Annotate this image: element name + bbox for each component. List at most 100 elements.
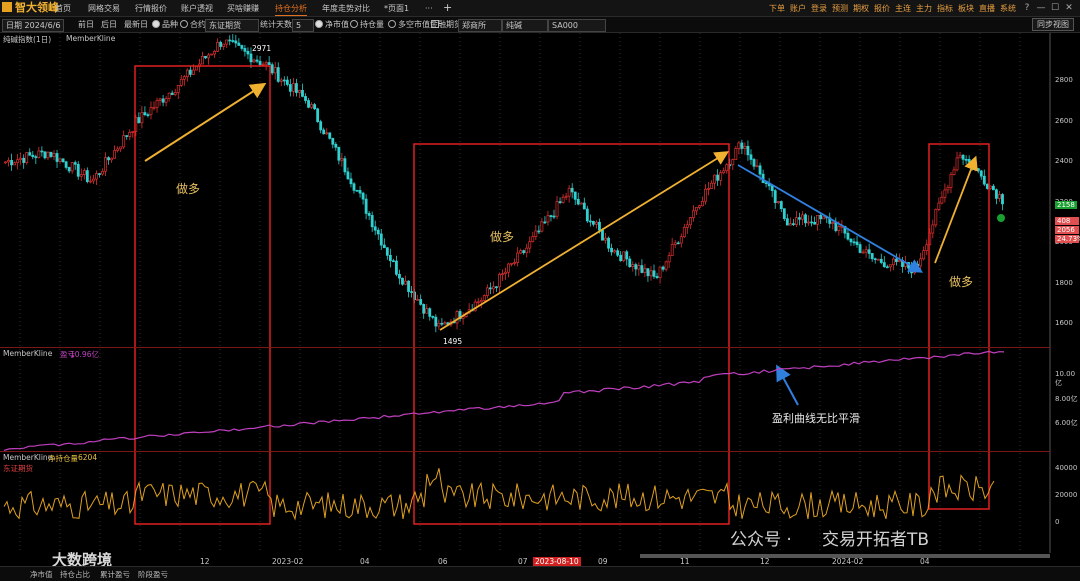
help-icon[interactable]: ? bbox=[1020, 0, 1034, 16]
tab-more[interactable]: ··· bbox=[425, 2, 433, 15]
candle-body bbox=[598, 221, 601, 231]
candle-body bbox=[798, 217, 801, 220]
candle-body bbox=[243, 48, 247, 52]
axis-tick: 20000 bbox=[1055, 491, 1078, 499]
tab-grid-trading[interactable]: 网格交易 bbox=[88, 2, 120, 15]
broker-select[interactable]: 东证期货 bbox=[205, 19, 259, 32]
next-day-button[interactable]: 后日 bbox=[101, 19, 117, 30]
candle-body bbox=[995, 189, 998, 199]
tab-position-analysis[interactable]: 持仓分析 bbox=[275, 2, 307, 16]
sync-view-button[interactable]: 同步视图 bbox=[1032, 18, 1074, 31]
menu-order[interactable]: 下单 bbox=[769, 4, 785, 13]
candle-body bbox=[343, 158, 347, 173]
panel-divider bbox=[0, 451, 1050, 452]
candle-body bbox=[167, 92, 171, 99]
candle-body bbox=[855, 241, 859, 245]
product-radio[interactable]: 品种 bbox=[152, 19, 178, 30]
exchange-select[interactable]: 郑商所 bbox=[458, 19, 502, 32]
candle-body bbox=[940, 196, 944, 204]
bottom-tab-period-pnl[interactable]: 阶段盈亏 bbox=[138, 569, 168, 580]
candle-body bbox=[849, 238, 853, 243]
bottom-tab-net-value[interactable]: 净市值 bbox=[30, 569, 53, 580]
candle-body bbox=[419, 299, 423, 305]
candle-body bbox=[973, 168, 977, 170]
menu-quote[interactable]: 报价 bbox=[874, 4, 890, 13]
add-tab-button[interactable]: + bbox=[443, 2, 452, 15]
candle-body bbox=[416, 299, 420, 301]
menu-options[interactable]: 期权 bbox=[853, 4, 869, 13]
menu-sector[interactable]: 板块 bbox=[958, 4, 974, 13]
date-picker[interactable]: 日期 2024/6/6 bbox=[2, 19, 65, 32]
tab-home[interactable]: 首页 bbox=[55, 2, 71, 15]
tab-yearly-compare[interactable]: 年度走势对比 bbox=[322, 2, 370, 15]
candle-body bbox=[807, 221, 810, 224]
candle-body bbox=[779, 201, 783, 209]
net-panel-title: MemberKline bbox=[3, 453, 53, 462]
candle-body bbox=[979, 170, 983, 177]
position-radio[interactable]: 持仓量 bbox=[350, 19, 384, 30]
tab-page1[interactable]: *页面1 bbox=[384, 2, 409, 15]
change-box: 24.73% bbox=[1055, 235, 1080, 243]
candle-body bbox=[179, 78, 183, 86]
candle-body bbox=[525, 247, 529, 254]
candle-body bbox=[652, 270, 656, 277]
stat-days-select[interactable]: 5 bbox=[292, 19, 314, 32]
bottom-tab-cumulative-pnl[interactable]: 累计盈亏 bbox=[100, 569, 130, 580]
maximize-icon[interactable]: ☐ bbox=[1048, 0, 1062, 16]
x-axis-label: 06 bbox=[438, 557, 448, 566]
candle-body bbox=[743, 145, 747, 149]
contract-select[interactable]: SA000 bbox=[548, 19, 606, 32]
candle-body bbox=[407, 280, 410, 292]
candle-body bbox=[949, 174, 953, 188]
candle-body bbox=[276, 67, 280, 82]
net-value: 6204 bbox=[78, 453, 98, 462]
candle-body bbox=[725, 164, 729, 172]
candle-body bbox=[270, 64, 274, 74]
close-icon[interactable]: ✕ bbox=[1062, 0, 1076, 16]
candle-body bbox=[216, 42, 220, 52]
tab-account[interactable]: 账户透视 bbox=[181, 2, 213, 15]
menu-login[interactable]: 登录 bbox=[811, 4, 827, 13]
candle-body bbox=[704, 188, 707, 202]
candle-body bbox=[391, 260, 395, 263]
candle-body bbox=[546, 215, 550, 223]
bottom-tab-position-ratio[interactable]: 持仓占比 bbox=[60, 569, 90, 580]
candle-body bbox=[16, 159, 20, 164]
axis-tick: 2400 bbox=[1055, 157, 1073, 165]
candle-body bbox=[691, 210, 695, 218]
candle-body bbox=[282, 79, 286, 82]
candle-body bbox=[579, 202, 583, 205]
prev-day-button[interactable]: 前日 bbox=[78, 19, 94, 30]
change-box: 408 bbox=[1055, 217, 1079, 225]
candle-body bbox=[137, 117, 141, 124]
axis-tick: 10.00亿 bbox=[1055, 370, 1076, 387]
menu-predict[interactable]: 预测 bbox=[832, 4, 848, 13]
axis-tick: 1800 bbox=[1055, 279, 1073, 287]
net-value-radio[interactable]: 净市值 bbox=[315, 19, 349, 30]
candle-body bbox=[549, 215, 553, 217]
candle-body bbox=[801, 214, 804, 220]
x-axis-label: 2023-02 bbox=[272, 557, 304, 566]
menu-indicator[interactable]: 指标 bbox=[937, 4, 953, 13]
contract-radio[interactable]: 合约 bbox=[180, 19, 206, 30]
candle-body bbox=[943, 189, 947, 198]
candle-body bbox=[573, 191, 577, 200]
candle-body bbox=[782, 208, 786, 220]
menu-account[interactable]: 账户 bbox=[790, 4, 806, 13]
candle-body bbox=[567, 187, 571, 197]
latest-day-button[interactable]: 最新日 bbox=[124, 19, 148, 30]
menu-main-cont[interactable]: 主连 bbox=[895, 4, 911, 13]
x-axis-label: 12 bbox=[760, 557, 770, 566]
tab-quotes[interactable]: 行情报价 bbox=[135, 2, 167, 15]
product-select[interactable]: 纯碱 bbox=[502, 19, 548, 32]
menu-system[interactable]: 系统 bbox=[1000, 4, 1016, 13]
chart-area[interactable]: 纯碱指数(1日) MemberKline MemberKline 盈亏 10.9… bbox=[0, 33, 1080, 569]
menu-main-force[interactable]: 主力 bbox=[916, 4, 932, 13]
tab-buy[interactable]: 买啥赚赚 bbox=[227, 2, 259, 15]
axis-tick: 2600 bbox=[1055, 117, 1073, 125]
minimize-icon[interactable]: — bbox=[1034, 0, 1048, 16]
long-annotation: 做多 bbox=[176, 182, 201, 196]
candle-body bbox=[95, 173, 98, 180]
menu-live[interactable]: 直播 bbox=[979, 4, 995, 13]
candle-body bbox=[443, 322, 447, 325]
